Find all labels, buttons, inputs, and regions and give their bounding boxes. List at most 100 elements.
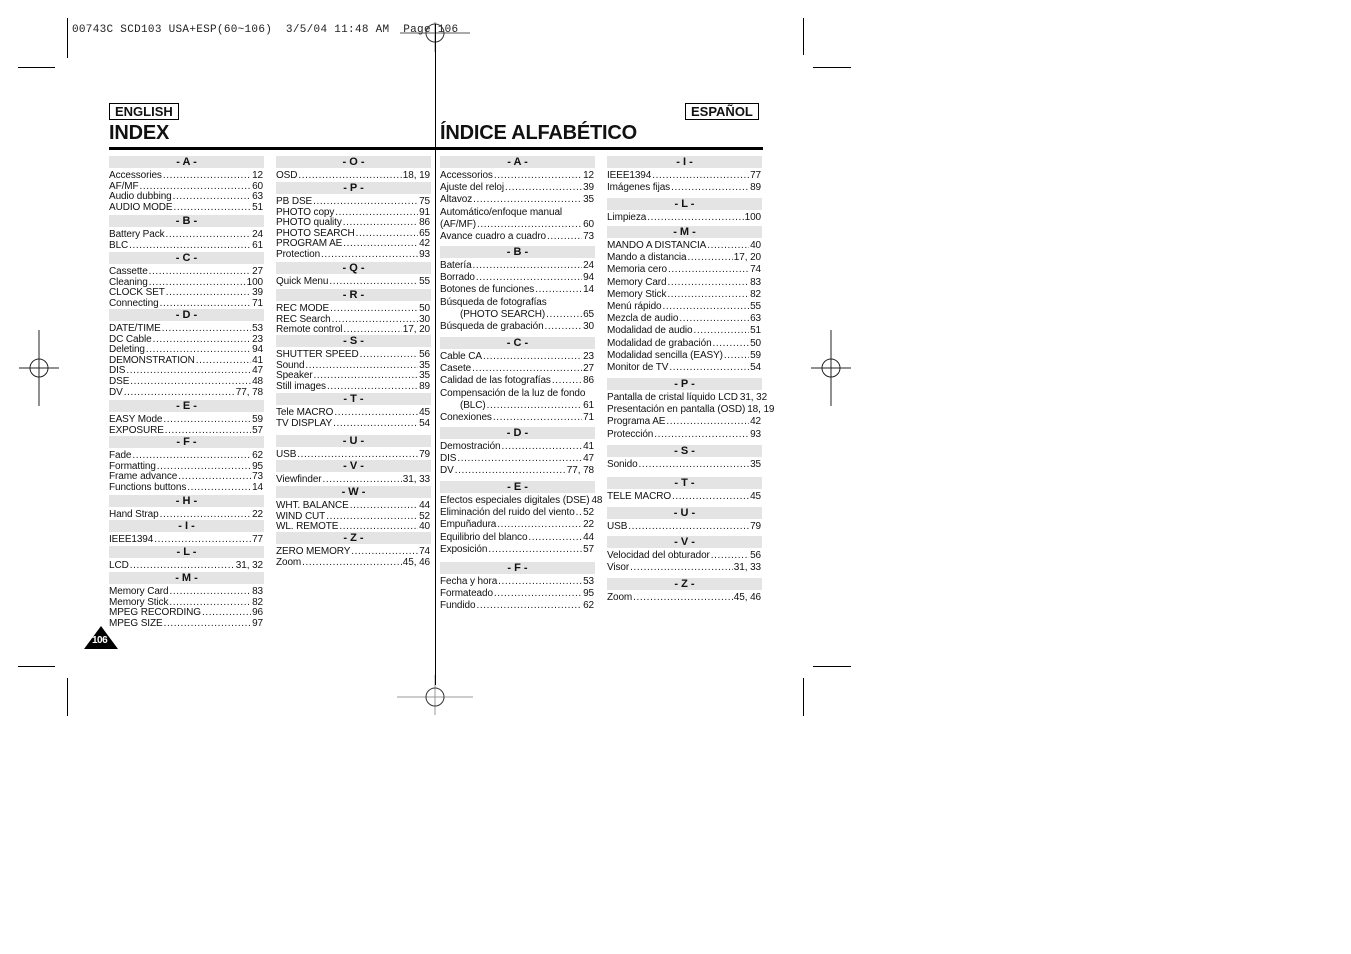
leader-dots (546, 309, 582, 320)
entry-page: 55 (419, 276, 430, 287)
entry-label: Modalidad de grabación (607, 337, 712, 349)
leader-dots (305, 360, 418, 371)
leader-dots (126, 365, 251, 376)
entry-page: 54 (750, 362, 761, 373)
section-header: - V - (607, 536, 762, 548)
entry-page: 59 (750, 349, 761, 361)
entry-label: Empuñadura (440, 519, 497, 531)
index-entry: Tele MACRO 45 (276, 407, 430, 418)
entry-label: Eliminación del ruido del viento (440, 507, 575, 519)
index-entry: Equilibrio del blanco 44 (440, 532, 594, 543)
leader-dots (455, 465, 566, 476)
index-entry: Fundido 62 (440, 600, 594, 611)
index-entry: Empuñadura 22 (440, 519, 594, 530)
index-entry: Connecting 71 (109, 298, 263, 309)
index-entry: Calidad de las fotografías 86 (440, 375, 594, 386)
index-entry: Ajuste del reloj 39 (440, 182, 594, 193)
entry-page: 45 (750, 491, 761, 502)
entry-label: Protection (276, 249, 321, 260)
index-entry: IEEE1394 77 (109, 534, 263, 545)
entry-label: Ajuste del reloj (440, 182, 504, 194)
entry-label: Borrado (440, 272, 475, 284)
page-title-spanish: ÍNDICE ALFABÉTICO (440, 122, 637, 144)
leader-dots (472, 363, 582, 374)
leader-dots (323, 474, 402, 485)
entry-page: 73 (583, 231, 594, 242)
index-entry: DATE/TIME 53 (109, 323, 263, 334)
crop-mark (803, 18, 804, 55)
entry-page: 51 (750, 325, 761, 337)
section-header: - A - (440, 156, 595, 168)
entry-label: Búsqueda de grabación (440, 321, 544, 332)
entry-page: 95 (583, 588, 594, 600)
index-entry: TELE MACRO 45 (607, 491, 761, 502)
entry-page: 74 (419, 546, 430, 557)
entry-label: PHOTO quality (276, 217, 342, 229)
leader-dots (476, 272, 582, 283)
crop-mark (67, 18, 68, 58)
index-entry: Memory Stick 82 (607, 289, 761, 300)
leader-dots (473, 260, 583, 271)
section-header: - R - (276, 289, 431, 301)
entry-label: EASY Mode (109, 414, 163, 425)
entry-label: Fecha y hora (440, 576, 498, 587)
index-entry: Remote control 17, 20 (276, 324, 430, 335)
index-entry: MANDO A DISTANCIA 40 (607, 240, 761, 251)
entry-page: 59 (252, 414, 263, 425)
index-entry: Cleaning 100 (109, 277, 263, 288)
entry-page: 45 (419, 407, 430, 418)
leader-dots (630, 562, 733, 573)
entry-page: 23 (583, 351, 594, 362)
index-entry: MPEG RECORDING 96 (109, 607, 263, 618)
entry-label: Limpieza (607, 212, 647, 223)
index-entry: Still images 89 (276, 381, 430, 392)
index-entry: PROGRAM AE 42 (276, 238, 430, 249)
index-entry: Programa AE 42 (607, 416, 761, 427)
index-entry: Functions buttons 14 (109, 482, 263, 493)
entry-label: Cassette (109, 266, 148, 277)
leader-dots (149, 277, 246, 288)
entry-page: 35 (419, 359, 430, 371)
crop-mark (18, 666, 55, 667)
page-number-badge: 106 (84, 626, 120, 650)
entry-page: 22 (252, 509, 263, 520)
leader-dots (149, 266, 251, 277)
index-entry: Altavoz 35 (440, 194, 594, 205)
entry-label: Imágenes fijas (607, 182, 671, 194)
crop-mark (813, 666, 851, 667)
entry-page: 83 (252, 586, 263, 597)
entry-page: 91 (419, 206, 430, 218)
index-entry: PHOTO SEARCH 65 (276, 228, 430, 239)
entry-label: DV (109, 386, 123, 398)
leader-dots (672, 491, 749, 502)
entry-label: Calidad de las fotografías (440, 375, 551, 387)
index-entry: Hand Strap 22 (109, 509, 263, 520)
index-entry: Zoom 45, 46 (607, 592, 761, 603)
entry-label: Conexiones (440, 412, 492, 423)
leader-dots (298, 170, 401, 181)
entry-page: 42 (419, 238, 430, 250)
leader-dots (707, 240, 749, 251)
leader-dots (154, 534, 251, 545)
section-header: - L - (109, 546, 264, 558)
leader-dots (330, 303, 418, 314)
leader-dots (476, 600, 582, 611)
section-header: - Z - (607, 578, 762, 590)
index-entry: Deleting 94 (109, 344, 263, 355)
entry-label: Audio dubbing (109, 191, 172, 203)
leader-dots (169, 597, 251, 608)
entry-page: 14 (252, 481, 263, 493)
entry-label: Fundido (440, 600, 476, 612)
index-entry: Eliminación del ruido del viento 52 (440, 507, 594, 518)
leader-dots (297, 449, 418, 460)
leader-dots (130, 376, 251, 387)
entry-page: 97 (252, 617, 263, 629)
entry-label: DATE/TIME (109, 323, 161, 334)
entry-page: 44 (583, 531, 594, 543)
leader-dots (169, 586, 251, 597)
index-entry: Accessorios 12 (440, 170, 594, 181)
entry-label: Accessorios (440, 170, 493, 181)
index-entry: WL. REMOTE 40 (276, 521, 430, 532)
section-header: - M - (607, 226, 762, 238)
entry-page: 27 (583, 363, 594, 375)
